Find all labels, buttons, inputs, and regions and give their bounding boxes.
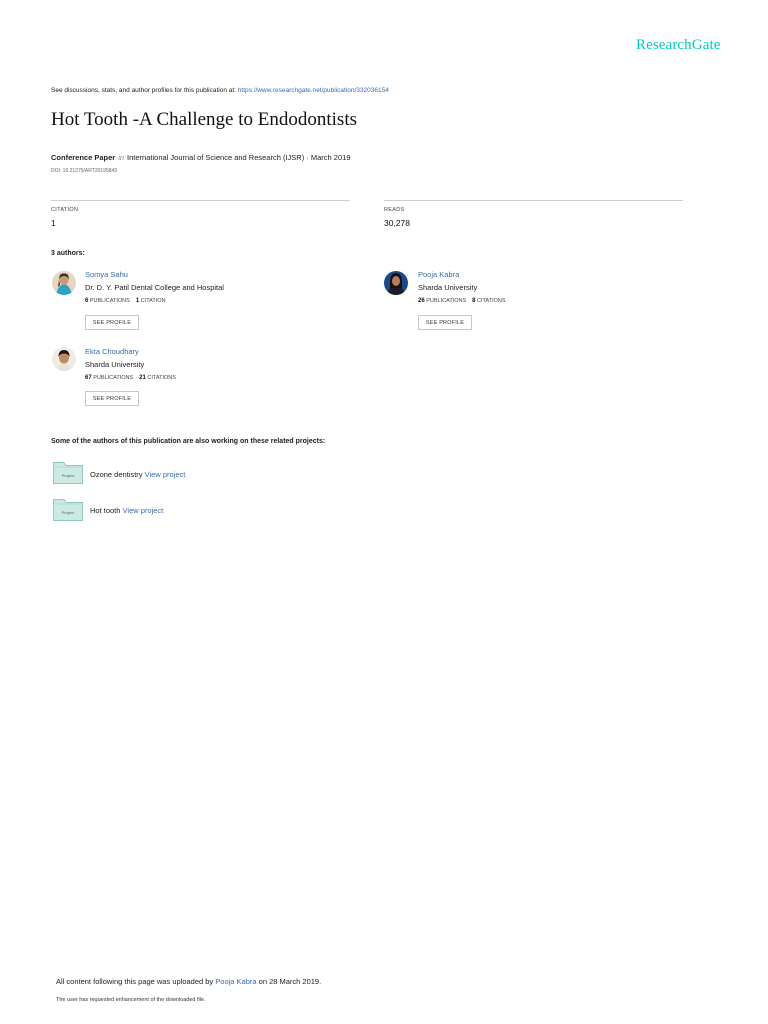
author-name-link[interactable]: Ekta Choudhary xyxy=(85,347,139,356)
reads-divider xyxy=(384,200,683,201)
author-name-link[interactable]: Somya Sahu xyxy=(85,270,128,279)
see-profile-button[interactable]: SEE PROFILE xyxy=(418,315,472,330)
citations-label: CITATION xyxy=(140,298,166,304)
publications-count: 67 xyxy=(85,375,92,381)
author-institution: Dr. D. Y. Patil Dental College and Hospi… xyxy=(85,283,224,292)
authors-heading: 3 authors: xyxy=(51,250,85,257)
author-institution: Sharda University xyxy=(85,360,145,369)
project-folder-label: Project xyxy=(61,473,75,478)
publications-count: 26 xyxy=(418,298,425,304)
citations-count: 8 xyxy=(472,298,476,304)
publication-venue: International Journal of Science and Res… xyxy=(127,153,351,162)
discussions-line: See discussions, stats, and author profi… xyxy=(51,87,389,94)
discussions-text: See discussions, stats, and author profi… xyxy=(51,87,238,94)
doi: DOI: 10.21275/ART20195849 xyxy=(51,168,118,174)
publication-url-link[interactable]: https://www.researchgate.net/publication… xyxy=(238,87,389,94)
view-project-link[interactable]: View project xyxy=(145,470,186,479)
enhancement-note: The user has requested enhancement of th… xyxy=(56,997,206,1003)
publications-label: PUBLICATIONS xyxy=(89,298,130,304)
uploaded-suffix: on 28 March 2019. xyxy=(256,977,322,986)
publications-label: PUBLICATIONS xyxy=(93,375,134,381)
publication-type: Conference Paper xyxy=(51,153,116,162)
avatar-pooja-kabra[interactable] xyxy=(384,271,408,295)
citations-label: CITATIONS xyxy=(477,298,506,304)
publication-meta: Conference Paper in International Journal … xyxy=(51,153,351,162)
project-item: Ozone dentistry View project xyxy=(90,470,185,479)
author-institution: Sharda University xyxy=(418,283,478,292)
author-stats: 67 PUBLICATIONS 21 CITATIONS xyxy=(85,375,176,381)
in-label: in xyxy=(118,153,125,162)
reads-value: 30,278 xyxy=(384,218,410,228)
publications-label: PUBLICATIONS xyxy=(426,298,467,304)
uploaded-by-line: All content following this page was uplo… xyxy=(56,977,321,986)
project-item: Hot tooth View project xyxy=(90,506,163,515)
citations-count: 1 xyxy=(135,298,140,304)
author-stats: 6 PUBLICATIONS 1 CITATION xyxy=(85,298,166,304)
author-stats: 26 PUBLICATIONS 8 CITATIONS xyxy=(418,298,506,304)
related-projects-heading: Some of the authors of this publication … xyxy=(51,438,326,445)
project-folder-icon: Project xyxy=(53,499,83,521)
citation-divider xyxy=(51,200,350,201)
uploader-link[interactable]: Pooja Kabra xyxy=(215,977,256,986)
project-folder-icon: Project xyxy=(53,462,83,484)
project-name: Ozone dentistry xyxy=(90,470,143,479)
project-folder-label: Project xyxy=(61,510,75,515)
citation-value: 1 xyxy=(51,218,56,228)
publication-title: Hot Tooth -A Challenge to Endodontists xyxy=(51,109,358,130)
view-project-link[interactable]: View project xyxy=(123,506,164,515)
reads-label: READS xyxy=(384,207,405,213)
uploaded-prefix: All content following this page was uplo… xyxy=(56,977,216,986)
author-name-link[interactable]: Pooja Kabra xyxy=(418,270,459,279)
see-profile-button[interactable]: SEE PROFILE xyxy=(85,315,139,330)
avatar-ekta-choudhary[interactable] xyxy=(52,347,76,371)
see-profile-button[interactable]: SEE PROFILE xyxy=(85,391,139,406)
citation-label: CITATION xyxy=(51,207,79,213)
citations-label: CITATIONS xyxy=(147,375,176,381)
avatar-somya-sahu[interactable] xyxy=(52,271,76,295)
researchgate-logo[interactable]: ResearchGate xyxy=(636,37,720,54)
project-name: Hot tooth xyxy=(90,506,121,515)
citations-count: 21 xyxy=(139,375,146,381)
publications-count: 6 xyxy=(85,298,89,304)
